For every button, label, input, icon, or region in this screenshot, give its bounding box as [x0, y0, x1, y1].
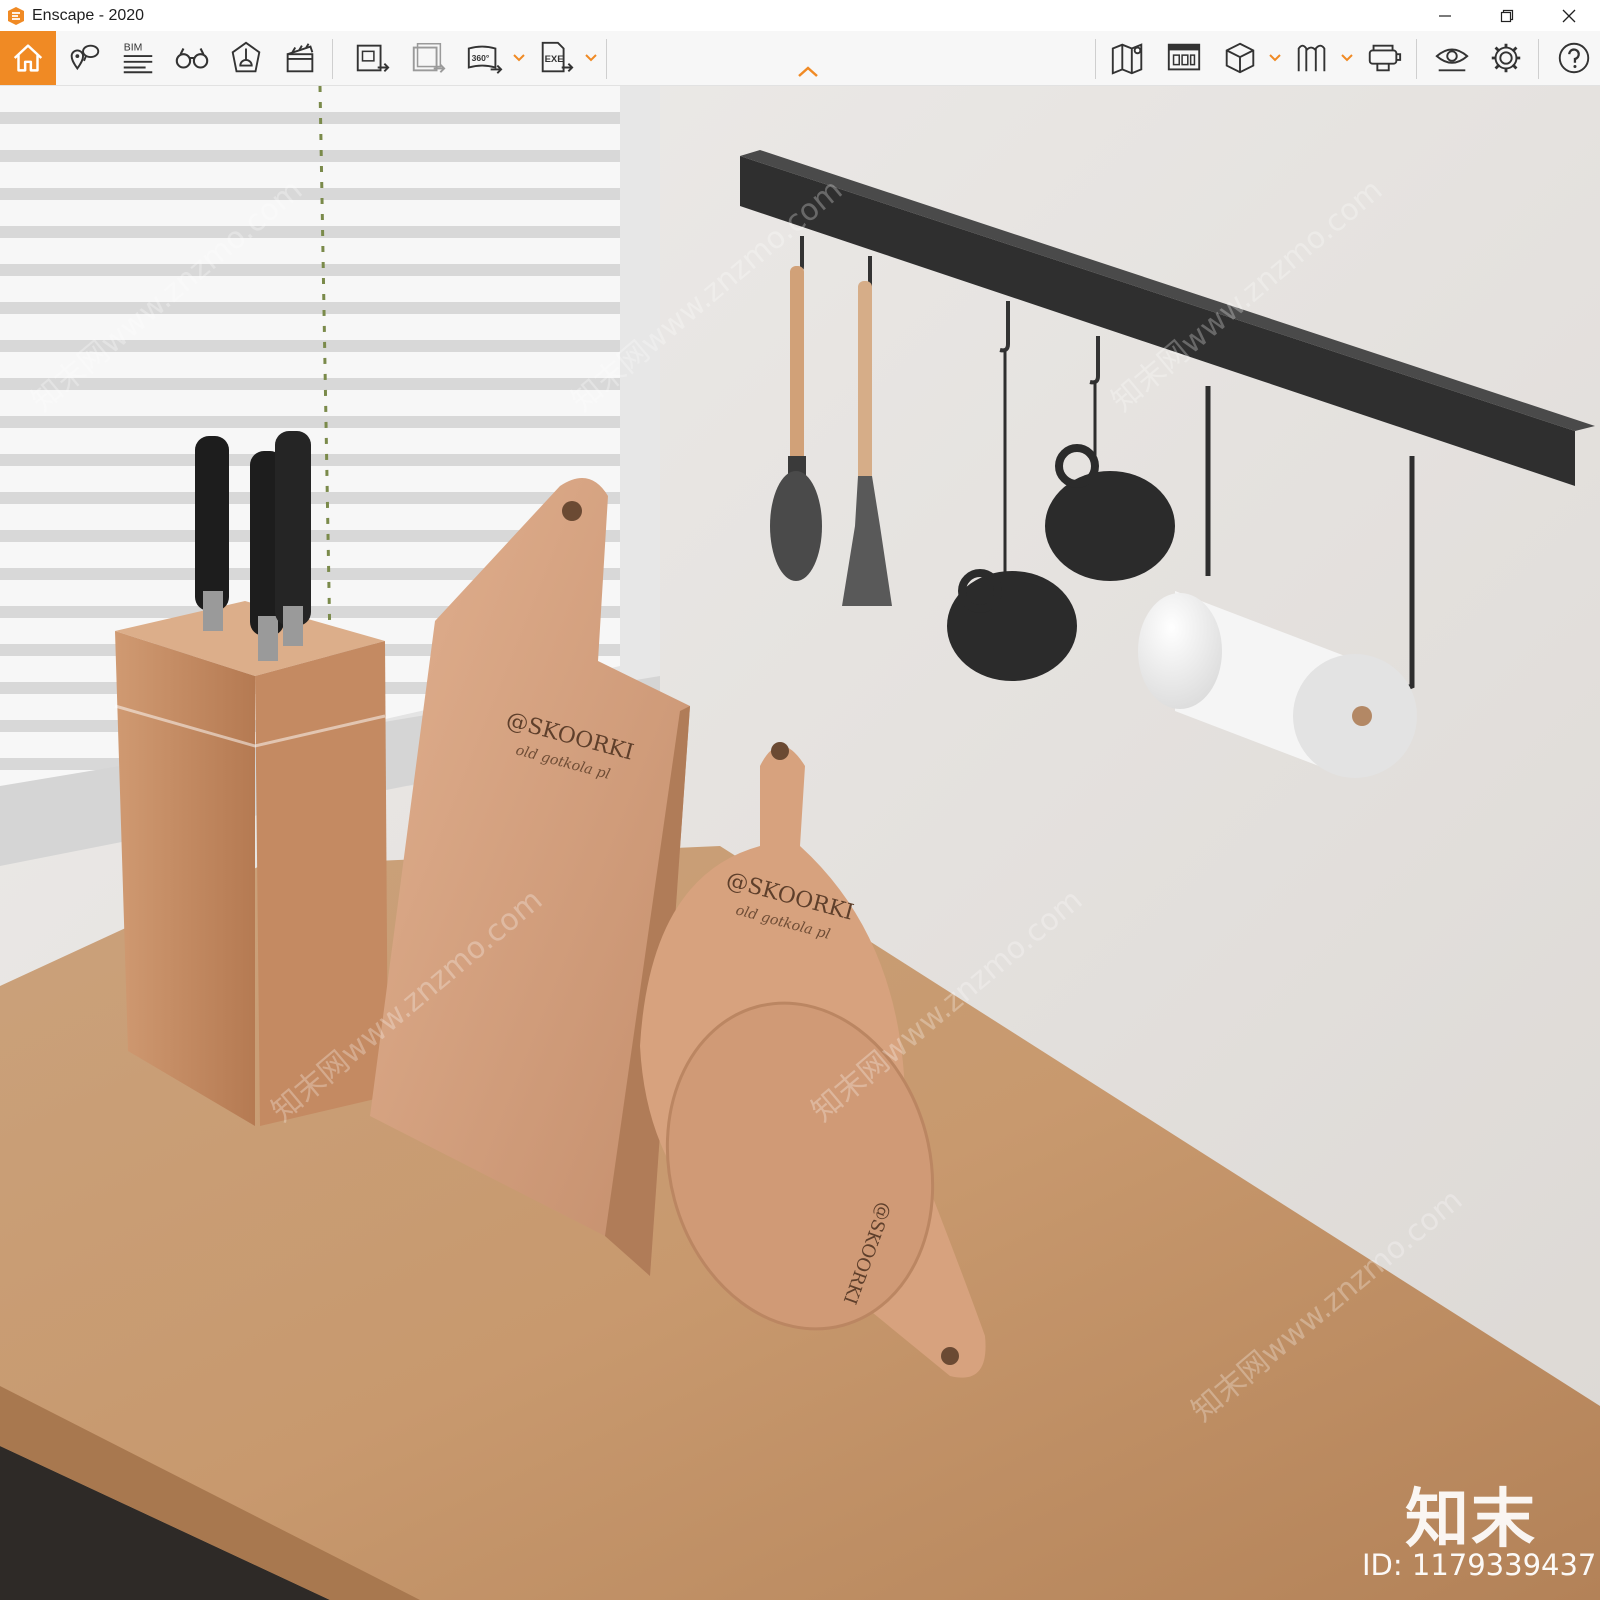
exe-dropdown-button[interactable]: [584, 51, 598, 65]
help-button[interactable]: [1550, 34, 1598, 82]
screenshot-export-icon: [356, 44, 390, 72]
main-toolbar: BIM 360° EXE: [0, 31, 1600, 86]
capture-icon: [1167, 43, 1201, 71]
svg-text:360°: 360°: [472, 53, 490, 63]
panorama-360-button[interactable]: 360°: [460, 34, 508, 82]
svg-text:BIM: BIM: [124, 42, 143, 53]
toolbar-separator: [606, 39, 607, 79]
minimize-icon: [1439, 14, 1451, 17]
restore-icon: [1500, 9, 1514, 22]
exe-export-button[interactable]: EXE: [532, 34, 580, 82]
toolbar-separator: [1416, 39, 1417, 79]
collapse-toolbar-button[interactable]: [796, 64, 820, 80]
screenshot-export-button[interactable]: [348, 34, 396, 82]
watermark-id: ID: 1179339437: [1362, 1548, 1597, 1582]
map-button[interactable]: [1104, 34, 1152, 82]
settings-button[interactable]: [1482, 34, 1530, 82]
toolbar-separator: [1538, 39, 1539, 79]
window-controls: [1414, 0, 1600, 31]
svg-text:EXE: EXE: [545, 54, 564, 65]
exe-export-icon: EXE: [541, 41, 574, 73]
visual-settings-icon: [1435, 48, 1469, 72]
home-button[interactable]: [0, 31, 56, 85]
kitchen-scene-render: @SKOORKI old gotkola pl @SKOORKI old got…: [0, 86, 1600, 1600]
visual-settings-button[interactable]: [1428, 34, 1476, 82]
close-icon: [1562, 9, 1576, 22]
panorama-360-icon: 360°: [467, 45, 503, 74]
chevron-down-icon: [1269, 54, 1281, 62]
asset-library-button[interactable]: [1288, 34, 1336, 82]
map-icon: [1111, 43, 1143, 75]
chevron-down-icon: [585, 54, 597, 62]
close-button[interactable]: [1538, 0, 1600, 31]
chevron-up-icon: [798, 66, 818, 77]
perspective-button[interactable]: [222, 34, 270, 82]
help-icon: [1558, 42, 1590, 74]
toolbar-separator: [332, 39, 333, 79]
asset-cube-icon: [1225, 42, 1255, 74]
place-marker-button[interactable]: [60, 34, 108, 82]
clapperboard-icon: [286, 43, 314, 73]
panorama-dropdown-button[interactable]: [512, 51, 526, 65]
binoculars-button[interactable]: [168, 34, 216, 82]
asset-dropdown-button[interactable]: [1268, 51, 1282, 65]
capture-button[interactable]: [1160, 34, 1208, 82]
settings-icon: [1491, 43, 1521, 73]
batch-render-icon: [412, 42, 446, 73]
home-icon: [13, 44, 43, 72]
vr-headset-icon: [1368, 44, 1402, 72]
place-marker-icon: [70, 44, 100, 71]
batch-render-button[interactable]: [404, 34, 452, 82]
restore-button[interactable]: [1476, 0, 1538, 31]
library-dropdown-button[interactable]: [1340, 51, 1354, 65]
chevron-down-icon: [1341, 54, 1353, 62]
bim-info-icon: BIM: [123, 42, 153, 74]
asset-library-icon: [1297, 44, 1326, 72]
toolbar-separator: [1095, 39, 1096, 79]
render-viewport[interactable]: @SKOORKI old gotkola pl @SKOORKI old got…: [0, 86, 1600, 1600]
window-title: Enscape - 2020: [32, 6, 145, 24]
watermark-logo: 知末: [1405, 1483, 1537, 1557]
chevron-down-icon: [513, 54, 525, 62]
minimize-button[interactable]: [1414, 0, 1476, 31]
binoculars-icon: [175, 48, 209, 69]
asset-cube-button[interactable]: [1216, 34, 1264, 82]
video-editor-button[interactable]: [276, 34, 324, 82]
vr-headset-button[interactable]: [1360, 34, 1408, 82]
bim-info-button[interactable]: BIM: [114, 34, 162, 82]
title-bar: Enscape - 2020: [0, 0, 1600, 31]
perspective-icon: [231, 41, 261, 73]
enscape-logo-icon: [8, 6, 24, 25]
